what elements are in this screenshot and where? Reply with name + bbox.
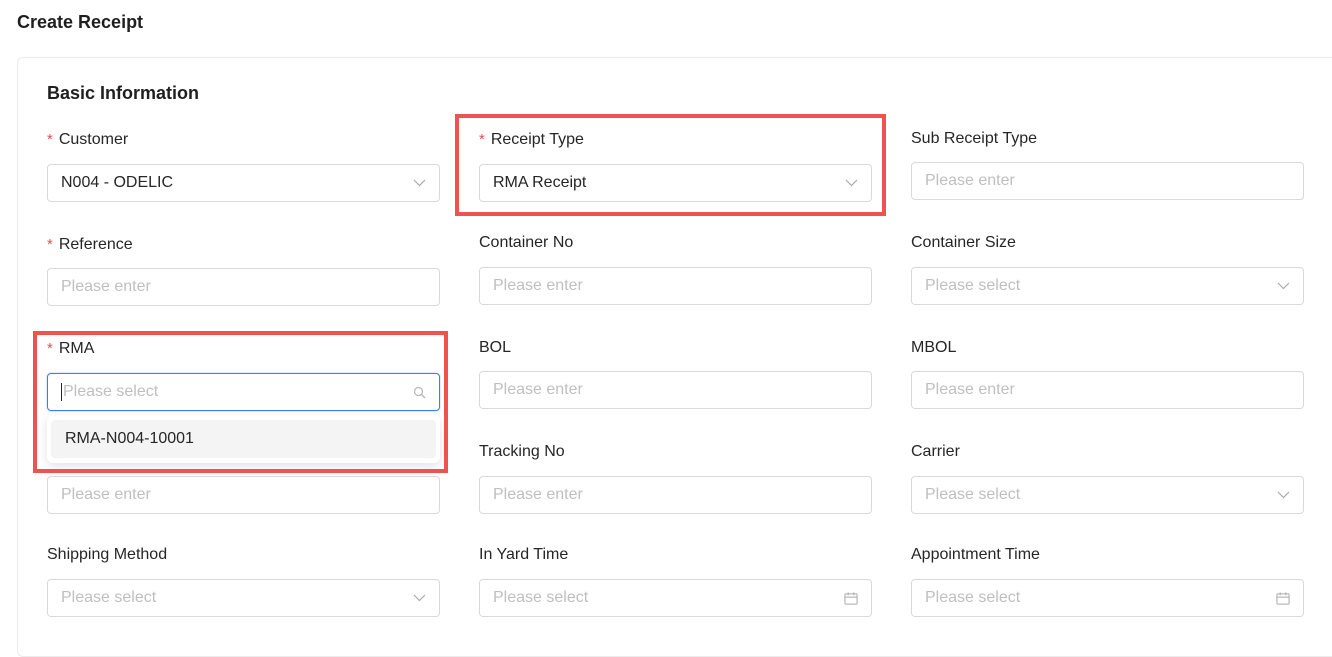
tracking-no-label: Tracking No — [479, 443, 565, 460]
mbol-placeholder: Please enter — [925, 381, 1015, 398]
in-yard-time-placeholder: Please select — [493, 589, 589, 606]
reference-label: * Reference — [47, 236, 133, 253]
sub-receipt-type-placeholder: Please enter — [925, 172, 1015, 189]
calendar-icon — [1276, 591, 1290, 605]
receipt-type-highlight-box — [455, 114, 886, 216]
shipping-method-select[interactable]: Please select — [47, 579, 440, 617]
reference-placeholder: Please enter — [61, 278, 151, 295]
container-size-select[interactable]: Please select — [911, 267, 1304, 305]
appointment-time-picker[interactable]: Please select — [911, 579, 1304, 617]
shipping-method-label: Shipping Method — [47, 546, 168, 563]
chevron-down-icon — [1276, 488, 1290, 502]
rma-highlight-box — [33, 331, 448, 473]
sub-receipt-type-input[interactable]: Please enter — [911, 162, 1304, 200]
container-no-placeholder: Please enter — [493, 277, 583, 294]
bol-placeholder: Please enter — [493, 381, 583, 398]
mbol-input[interactable]: Please enter — [911, 371, 1304, 409]
in-yard-time-picker[interactable]: Please select — [479, 579, 872, 617]
tracking-no-placeholder: Please enter — [493, 486, 583, 503]
carrier-label: Carrier — [911, 443, 960, 460]
chevron-down-icon — [1276, 279, 1290, 293]
required-mark: * — [47, 236, 53, 253]
in-yard-time-label: In Yard Time — [479, 546, 569, 563]
bol-label: BOL — [479, 339, 512, 356]
carrier-select[interactable]: Please select — [911, 476, 1304, 514]
section-title: Basic Information — [47, 83, 200, 103]
container-no-input[interactable]: Please enter — [479, 267, 872, 305]
chevron-down-icon — [412, 176, 426, 190]
container-no-label: Container No — [479, 234, 574, 251]
customer-select[interactable]: N004 - ODELIC — [47, 164, 440, 202]
row4-placeholder: Please enter — [61, 486, 151, 503]
chevron-down-icon — [412, 591, 426, 605]
sub-receipt-type-label: Sub Receipt Type — [911, 130, 1038, 147]
page-title: Create Receipt — [17, 12, 144, 32]
container-size-label: Container Size — [911, 234, 1016, 251]
appointment-time-label: Appointment Time — [911, 546, 1040, 563]
carrier-placeholder: Please select — [925, 486, 1021, 503]
required-mark: * — [47, 131, 53, 148]
appointment-time-placeholder: Please select — [925, 589, 1021, 606]
tracking-no-input[interactable]: Please enter — [479, 476, 872, 514]
row4-input[interactable]: Please enter — [47, 476, 440, 514]
shipping-method-placeholder: Please select — [61, 589, 157, 606]
calendar-icon — [844, 591, 858, 605]
customer-value: N004 - ODELIC — [61, 174, 174, 191]
customer-label: * Customer — [47, 131, 129, 148]
reference-input[interactable]: Please enter — [47, 268, 440, 306]
bol-input[interactable]: Please enter — [479, 371, 872, 409]
mbol-label: MBOL — [911, 339, 957, 356]
container-size-placeholder: Please select — [925, 277, 1021, 294]
